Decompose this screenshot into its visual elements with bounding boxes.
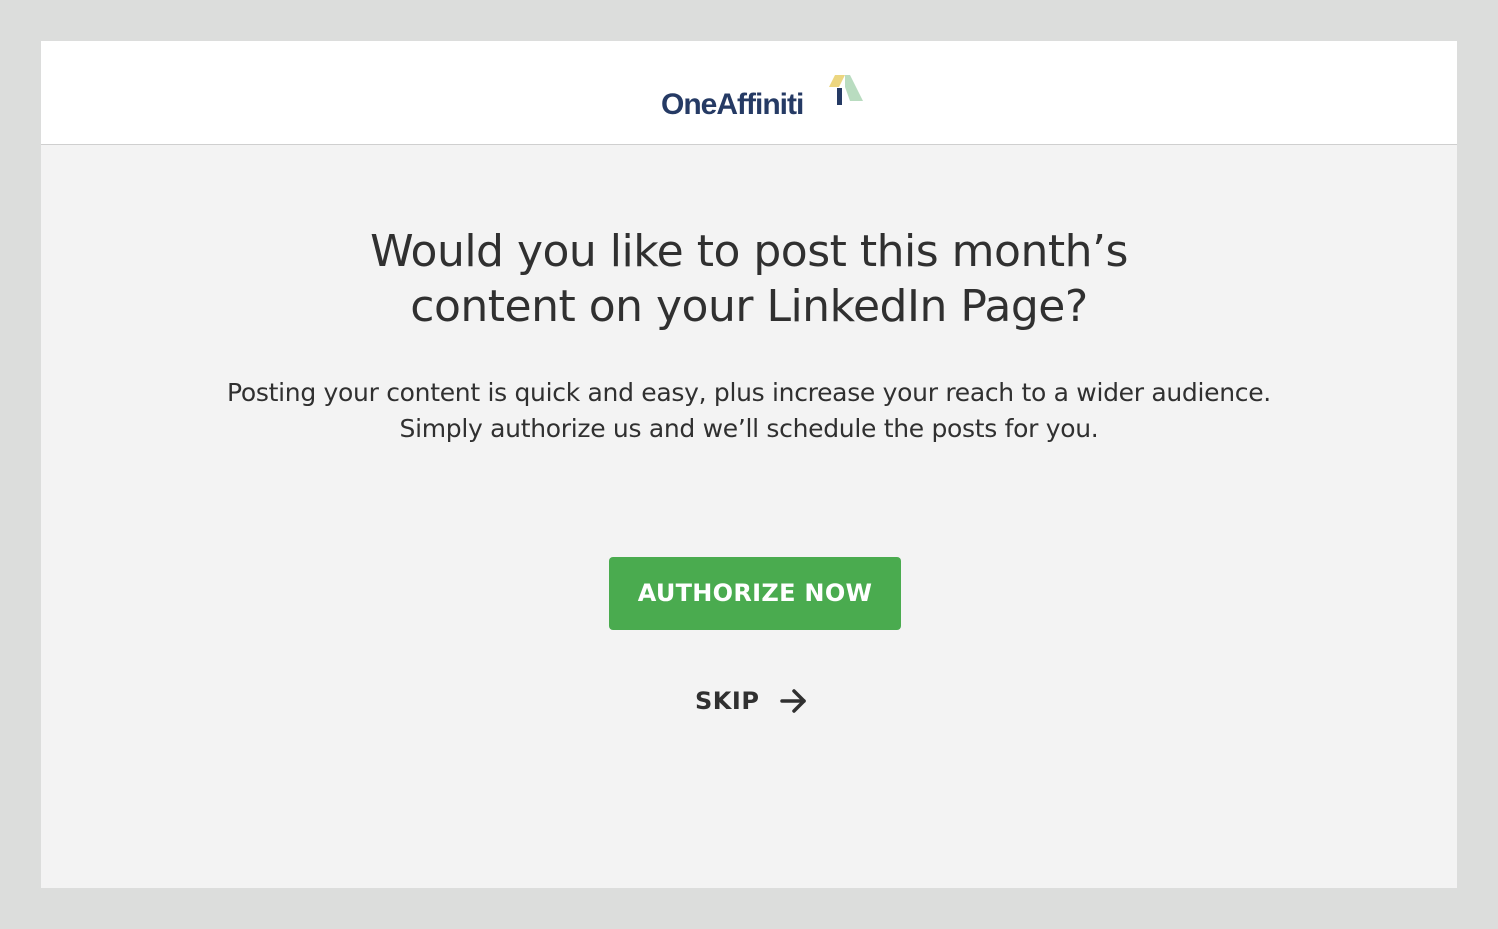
headline-line-2: content on your LinkedIn Page? bbox=[410, 281, 1088, 332]
page-description: Posting your content is quick and easy, … bbox=[41, 375, 1457, 447]
header-bar: OneAffiniti bbox=[41, 41, 1457, 145]
logo-mark-icon bbox=[829, 75, 863, 105]
description-line-1: Posting your content is quick and easy, … bbox=[227, 378, 1271, 407]
oneaffiniti-logo: OneAffiniti bbox=[661, 73, 871, 123]
authorization-card: OneAffiniti Would you like to post this … bbox=[41, 41, 1457, 888]
logo-text: OneAffiniti bbox=[661, 88, 804, 121]
headline-line-1: Would you like to post this month’s bbox=[370, 226, 1128, 277]
description-line-2: Simply authorize us and we’ll schedule t… bbox=[399, 414, 1099, 443]
arrow-right-icon bbox=[780, 689, 807, 713]
skip-link[interactable]: SKIP bbox=[695, 681, 815, 721]
skip-label: SKIP bbox=[695, 687, 760, 715]
authorize-now-button[interactable]: AUTHORIZE NOW bbox=[609, 557, 901, 630]
page-headline: Would you like to post this month’s cont… bbox=[41, 224, 1457, 334]
